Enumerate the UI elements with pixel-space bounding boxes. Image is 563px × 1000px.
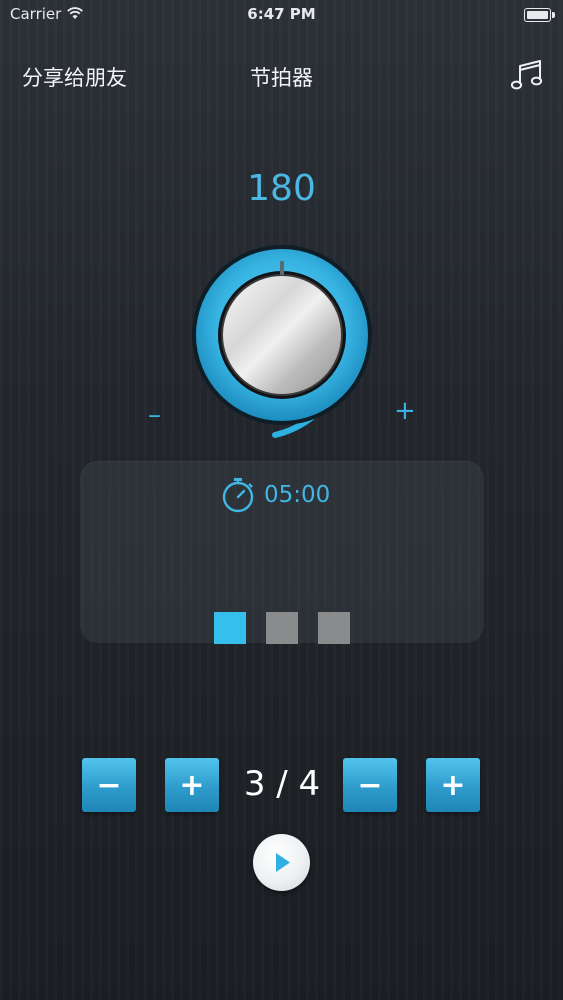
beats-increase-button[interactable]: + (165, 758, 219, 812)
stopwatch-icon (222, 478, 254, 513)
music-notes-icon[interactable] (509, 58, 545, 94)
play-button[interactable] (253, 834, 310, 891)
note-value-increase-button[interactable]: + (426, 758, 480, 812)
note-value-decrease-button[interactable]: − (343, 758, 397, 812)
tempo-increase-label[interactable]: + (394, 396, 416, 426)
page-title: 节拍器 (250, 66, 313, 90)
status-time: 6:47 PM (247, 5, 316, 23)
beat-indicator (318, 612, 350, 644)
beats-decrease-button[interactable]: − (82, 758, 136, 812)
status-bar: Carrier 6:47 PM (0, 0, 563, 28)
tempo-decrease-label[interactable]: – (148, 400, 161, 430)
tempo-value: 180 (247, 168, 316, 209)
timer-value: 05:00 (264, 482, 331, 508)
battery-icon (524, 8, 555, 22)
time-signature: 3 / 4 (243, 764, 321, 804)
beat-indicator (266, 612, 298, 644)
beat-indicator-active (214, 612, 246, 644)
timer[interactable]: 05:00 (218, 475, 330, 515)
play-icon (276, 853, 290, 872)
tempo-dial[interactable] (170, 225, 400, 455)
